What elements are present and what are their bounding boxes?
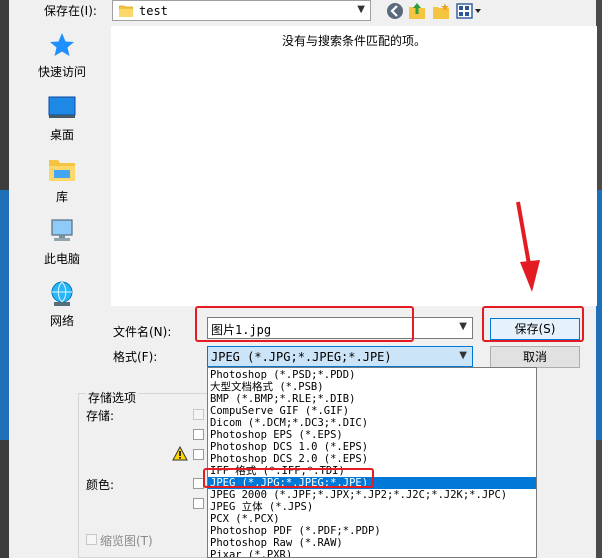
place-this-pc[interactable]: 此电脑 (22, 218, 102, 268)
star-icon (50, 33, 74, 56)
highlight-box-jpeg (203, 468, 374, 488)
warning-icon (172, 446, 188, 461)
window-edge-left-accent (0, 190, 9, 440)
place-library[interactable]: 库 (22, 156, 102, 206)
highlight-box-save (482, 306, 584, 342)
format-option[interactable]: Photoshop Raw (*.RAW) (208, 537, 536, 549)
store-checkbox[interactable] (193, 409, 204, 420)
place-label: 桌面 (49, 128, 74, 142)
cancel-button[interactable]: 取消 (490, 346, 580, 368)
format-option[interactable]: BMP (*.BMP;*.RLE;*.DIB) (208, 393, 536, 405)
place-label: 网络 (49, 314, 74, 328)
thumbnail-label: 缩览图(T) (100, 534, 153, 548)
format-option[interactable]: Dicom (*.DCM;*.DC3;*.DIC) (208, 417, 536, 429)
store-checkbox[interactable] (193, 449, 204, 460)
format-option[interactable]: CompuServe GIF (*.GIF) (208, 405, 536, 417)
format-value: JPEG (*.JPG;*.JPEG;*.JPE) (211, 350, 392, 364)
up-folder-icon[interactable] (408, 2, 426, 20)
folder-icon (119, 5, 133, 17)
format-option[interactable]: PCX (*.PCX) (208, 513, 536, 525)
library-icon (49, 160, 75, 181)
view-menu-icon[interactable] (456, 2, 482, 20)
format-label: 格式(F): (113, 350, 158, 364)
place-network[interactable]: 网络 (22, 280, 102, 330)
format-select[interactable]: JPEG (*.JPG;*.JPEG;*.JPE) ▼ (207, 346, 473, 367)
save-in-label: 保存在(I): (44, 4, 97, 18)
save-in-value: test (139, 4, 168, 18)
red-arrow-icon (516, 201, 540, 292)
empty-message: 没有与搜索条件匹配的项。 (281, 34, 426, 48)
format-option[interactable]: Photoshop EPS (*.EPS) (208, 429, 536, 441)
format-dropdown-list[interactable]: Photoshop (*.PSD;*.PDD) 大型文档格式 (*.PSB) BMP… (207, 367, 537, 558)
save-in-combo[interactable]: test ▼ (112, 0, 371, 21)
store-label: 存储: (86, 409, 115, 423)
filename-label: 文件名(N): (113, 325, 172, 339)
new-folder-icon[interactable] (432, 2, 450, 20)
chevron-down-icon[interactable]: ▼ (459, 321, 467, 332)
place-label: 库 (55, 190, 68, 204)
format-option[interactable]: Photoshop PDF (*.PDF;*.PDP) (208, 525, 536, 537)
color-checkbox[interactable] (193, 498, 204, 509)
place-quick-access[interactable]: 快速访问 (22, 32, 102, 82)
format-option[interactable]: Photoshop (*.PSD;*.PDD) (208, 369, 536, 381)
desktop-icon (48, 96, 76, 118)
computer-icon (51, 219, 73, 241)
format-option[interactable]: 大型文档格式 (*.PSB) (208, 381, 536, 393)
highlight-box-filename (195, 306, 414, 342)
chevron-down-icon[interactable]: ▼ (357, 4, 365, 15)
chevron-down-icon[interactable]: ▼ (459, 350, 467, 361)
back-icon[interactable] (386, 2, 404, 20)
store-checkbox[interactable] (193, 429, 204, 440)
format-option[interactable]: Photoshop DCS 2.0 (*.EPS) (208, 453, 536, 465)
format-option[interactable]: JPEG 2000 (*.JPF;*.JPX;*.JP2;*.J2C;*.J2K… (208, 489, 536, 501)
format-option[interactable]: Photoshop DCS 1.0 (*.EPS) (208, 441, 536, 453)
storage-options-title: 存储选项 (86, 389, 139, 406)
place-label: 快速访问 (37, 65, 86, 79)
network-icon (51, 281, 73, 306)
format-option[interactable]: JPEG 立体 (*.JPS) (208, 501, 536, 513)
thumbnail-checkbox[interactable] (86, 534, 97, 545)
place-desktop[interactable]: 桌面 (22, 96, 102, 146)
place-label: 此电脑 (43, 252, 80, 266)
color-label: 颜色: (86, 478, 115, 492)
format-option[interactable]: Pixar (*.PXR) (208, 549, 536, 557)
